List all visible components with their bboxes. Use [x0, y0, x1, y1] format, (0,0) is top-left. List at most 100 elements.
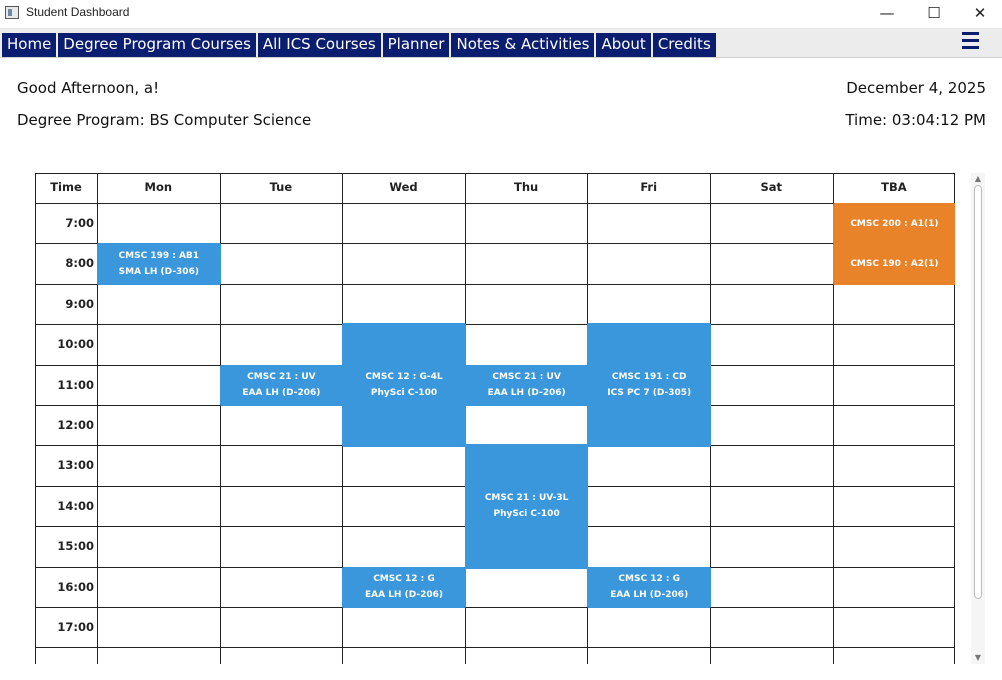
schedule-slot[interactable] — [219, 485, 343, 527]
hamburger-menu-icon[interactable] — [962, 32, 979, 52]
schedule-slot[interactable] — [710, 445, 833, 486]
schedule-slot[interactable] — [342, 243, 465, 284]
tab-planner[interactable]: Planner — [382, 33, 450, 57]
course-block[interactable]: CMSC 21 : UV EAA LH (D-206) — [219, 364, 344, 406]
schedule-slot[interactable] — [710, 647, 833, 664]
schedule-slot[interactable] — [710, 324, 833, 365]
day-header-wed: Wed — [389, 180, 418, 194]
schedule-slot[interactable] — [587, 647, 710, 664]
schedule-slot[interactable] — [710, 526, 833, 567]
course-block[interactable]: CMSC 199 : AB1 SMA LH (D-306) — [97, 243, 221, 285]
schedule-slot[interactable] — [710, 566, 833, 607]
schedule-slot[interactable] — [587, 243, 710, 284]
schedule-slot[interactable] — [97, 405, 220, 446]
schedule-slot[interactable] — [97, 607, 220, 648]
course-block[interactable]: CMSC 12 : G EAA LH (D-206) — [342, 566, 466, 608]
minimize-button[interactable]: — — [864, 0, 910, 28]
schedule-slot[interactable] — [342, 526, 465, 567]
schedule-slot[interactable] — [464, 566, 588, 607]
schedule-slot[interactable] — [219, 405, 343, 446]
schedule-slot[interactable] — [710, 607, 833, 648]
schedule-slot[interactable] — [832, 364, 955, 405]
schedule-slot[interactable] — [464, 243, 588, 284]
tab-home[interactable]: Home — [2, 33, 57, 57]
schedule-slot[interactable] — [710, 405, 833, 446]
course-code: CMSC 12 : G-4L — [365, 372, 443, 383]
course-block[interactable]: CMSC 21 : UV EAA LH (D-206) — [464, 364, 589, 406]
schedule-slot[interactable] — [97, 485, 220, 527]
schedule-slot[interactable] — [219, 243, 343, 284]
schedule-slot[interactable] — [464, 283, 588, 325]
course-block[interactable]: CMSC 200 : A1(1) — [832, 203, 955, 245]
schedule-slot[interactable] — [342, 445, 465, 486]
schedule-slot[interactable] — [97, 445, 220, 486]
schedule-slot[interactable] — [342, 283, 465, 325]
schedule-slot[interactable] — [97, 364, 220, 405]
schedule-slot[interactable] — [587, 203, 710, 244]
tab-credits[interactable]: Credits — [652, 33, 716, 57]
weekly-schedule-grid[interactable]: Time Mon Tue Wed Thu Fri Sat TBA 7:00 8:00 9:00 10:… — [35, 173, 955, 664]
schedule-slot[interactable] — [710, 243, 833, 284]
schedule-slot[interactable] — [587, 283, 710, 325]
schedule-slot[interactable] — [219, 566, 343, 607]
scroll-down-arrow-icon[interactable]: ▼ — [971, 652, 985, 664]
schedule-slot[interactable] — [587, 445, 710, 486]
schedule-slot[interactable] — [832, 607, 955, 648]
tab-all-ics-courses[interactable]: All ICS Courses — [257, 33, 381, 57]
schedule-slot[interactable] — [219, 607, 343, 648]
schedule-slot[interactable] — [97, 203, 220, 244]
schedule-slot[interactable] — [219, 526, 343, 567]
schedule-slot[interactable] — [832, 283, 955, 325]
tab-degree-program-courses[interactable]: Degree Program Courses — [58, 33, 256, 57]
schedule-slot[interactable] — [219, 647, 343, 664]
schedule-slot[interactable] — [587, 526, 710, 567]
schedule-slot[interactable] — [710, 485, 833, 527]
scroll-up-arrow-icon[interactable]: ▲ — [971, 173, 985, 185]
schedule-slot[interactable] — [832, 324, 955, 365]
schedule-slot[interactable] — [97, 526, 220, 567]
close-button[interactable]: ✕ — [957, 0, 1002, 28]
schedule-slot[interactable] — [832, 485, 955, 527]
nav-bar: Home Degree Program Courses All ICS Cour… — [0, 29, 1002, 58]
schedule-slot[interactable] — [832, 445, 955, 486]
course-block[interactable]: CMSC 191 : CD ICS PC 7 (D-305) — [587, 323, 711, 448]
schedule-slot[interactable] — [342, 647, 465, 664]
schedule-slot[interactable] — [97, 283, 220, 325]
schedule-slot[interactable] — [832, 526, 955, 567]
maximize-button[interactable]: ☐ — [911, 0, 957, 28]
schedule-slot[interactable] — [464, 405, 588, 446]
schedule-slot[interactable] — [832, 405, 955, 446]
course-block[interactable]: CMSC 12 : G-4L PhySci C-100 — [342, 323, 466, 448]
schedule-slot[interactable] — [464, 324, 588, 365]
schedule-slot[interactable] — [832, 566, 955, 607]
time-label-900: 9:00 — [65, 296, 94, 311]
schedule-slot[interactable] — [219, 324, 343, 365]
schedule-slot[interactable] — [464, 203, 588, 244]
course-block[interactable]: CMSC 21 : UV-3L PhySci C-100 — [464, 444, 589, 569]
schedule-slot[interactable] — [342, 485, 465, 527]
schedule-slot[interactable] — [342, 203, 465, 244]
vertical-scrollbar[interactable]: ▲ ▼ — [971, 173, 985, 664]
schedule-slot[interactable] — [342, 607, 465, 648]
schedule-slot[interactable] — [710, 203, 833, 244]
schedule-slot[interactable] — [587, 607, 710, 648]
course-block[interactable]: CMSC 12 : G EAA LH (D-206) — [587, 566, 711, 608]
schedule-slot[interactable] — [710, 364, 833, 405]
schedule-slot[interactable] — [464, 607, 588, 648]
schedule-slot[interactable] — [464, 647, 588, 664]
day-header-tue: Tue — [269, 180, 293, 194]
schedule-slot[interactable] — [97, 647, 220, 664]
tab-about[interactable]: About — [596, 33, 651, 57]
schedule-slot[interactable] — [219, 445, 343, 486]
schedule-slot[interactable] — [219, 283, 343, 325]
schedule-slot[interactable] — [97, 566, 220, 607]
schedule-slot[interactable] — [832, 647, 955, 664]
course-block[interactable]: CMSC 190 : A2(1) — [832, 243, 955, 285]
schedule-slot[interactable] — [710, 283, 833, 325]
tab-notes-activities[interactable]: Notes & Activities — [451, 33, 595, 57]
course-code: CMSC 199 : AB1 — [118, 251, 200, 262]
schedule-slot[interactable] — [219, 203, 343, 244]
scroll-thumb[interactable] — [974, 185, 982, 599]
schedule-slot[interactable] — [97, 324, 220, 365]
schedule-slot[interactable] — [587, 485, 710, 527]
